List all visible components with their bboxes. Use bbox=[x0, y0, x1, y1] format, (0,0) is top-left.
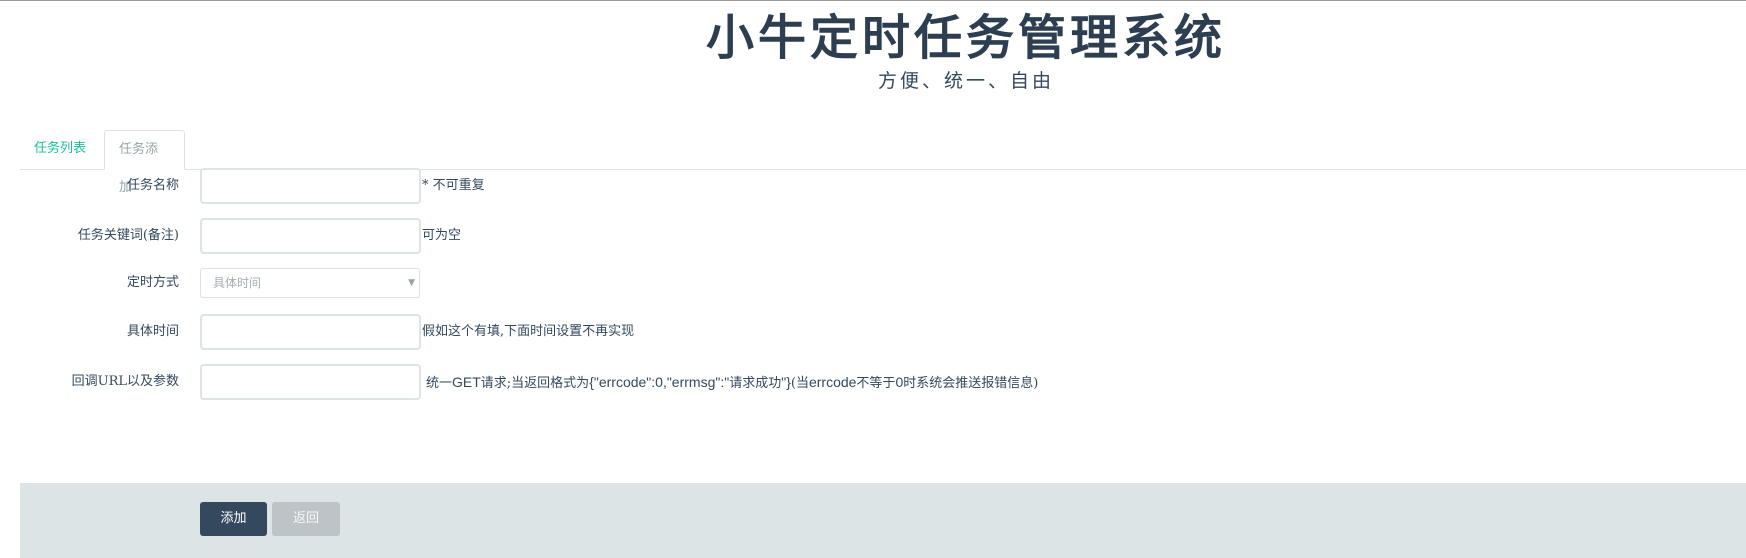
top-border bbox=[0, 0, 1746, 1]
hint-part: 请求;当返回格式为 bbox=[480, 376, 590, 391]
task-keyword-hint: 可为空 bbox=[422, 228, 462, 243]
form-actions: 添加 返回 bbox=[20, 483, 1746, 558]
task-keyword-input[interactable] bbox=[200, 218, 421, 254]
schedule-mode-selected: 具体时间 bbox=[213, 276, 262, 290]
task-name-input[interactable] bbox=[200, 168, 421, 204]
hint-part: {"errcode":0,"errmsg":" bbox=[589, 374, 730, 390]
schedule-mode-row: 定时方式 具体时间 ▼ bbox=[0, 268, 1746, 304]
hint-part: 时系统会推送报错信息) bbox=[903, 376, 1039, 391]
page-title: 小牛定时任务管理系统 bbox=[705, 10, 1226, 66]
schedule-mode-select[interactable]: 具体时间 ▼ bbox=[200, 268, 420, 298]
specific-time-input[interactable] bbox=[200, 314, 421, 350]
callback-url-label: 回调URL以及参数 bbox=[71, 374, 179, 389]
task-keyword-row: 任务关键词(备注) 可为空 bbox=[0, 218, 1746, 254]
specific-time-hint: 假如这个有填,下面时间设置不再实现 bbox=[422, 324, 635, 339]
specific-time-label: 具体时间 bbox=[126, 324, 179, 339]
task-keyword-label: 任务关键词(备注) bbox=[77, 228, 179, 243]
hint-part: 统一 bbox=[426, 376, 453, 391]
specific-time-row: 具体时间 假如这个有填,下面时间设置不再实现 bbox=[0, 314, 1746, 350]
tab-bar: 任务列表 任务添加 bbox=[20, 130, 1746, 195]
caret-down-icon: ▼ bbox=[408, 278, 415, 288]
hint-part: errcode bbox=[808, 374, 857, 390]
task-name-label: 任务名称 bbox=[126, 178, 179, 193]
hint-part: "} bbox=[781, 374, 791, 390]
callback-url-hint: 统一GET请求;当返回格式为{"errcode":0,"errmsg":"请求成… bbox=[426, 364, 1038, 402]
task-name-row: 任务名称 * 不可重复 bbox=[0, 168, 1746, 204]
back-button[interactable]: 返回 bbox=[272, 502, 340, 536]
add-button[interactable]: 添加 bbox=[200, 502, 267, 536]
task-name-hint: * 不可重复 bbox=[422, 178, 485, 193]
schedule-mode-label: 定时方式 bbox=[126, 275, 179, 290]
hint-part: (当 bbox=[790, 376, 809, 391]
hint-part: 请求成功 bbox=[729, 376, 782, 391]
callback-url-row: 回调URL以及参数 统一GET请求;当返回格式为{"errcode":0,"er… bbox=[0, 364, 1746, 400]
hint-part: GET bbox=[452, 374, 481, 390]
callback-url-input[interactable] bbox=[200, 364, 421, 400]
tab-task-list[interactable]: 任务列表 bbox=[20, 130, 100, 168]
tab-task-add[interactable]: 任务添加 bbox=[104, 130, 185, 195]
hint-part: 不等于 bbox=[856, 376, 896, 391]
page-subtitle: 方便、统一、自由 bbox=[877, 70, 1054, 92]
